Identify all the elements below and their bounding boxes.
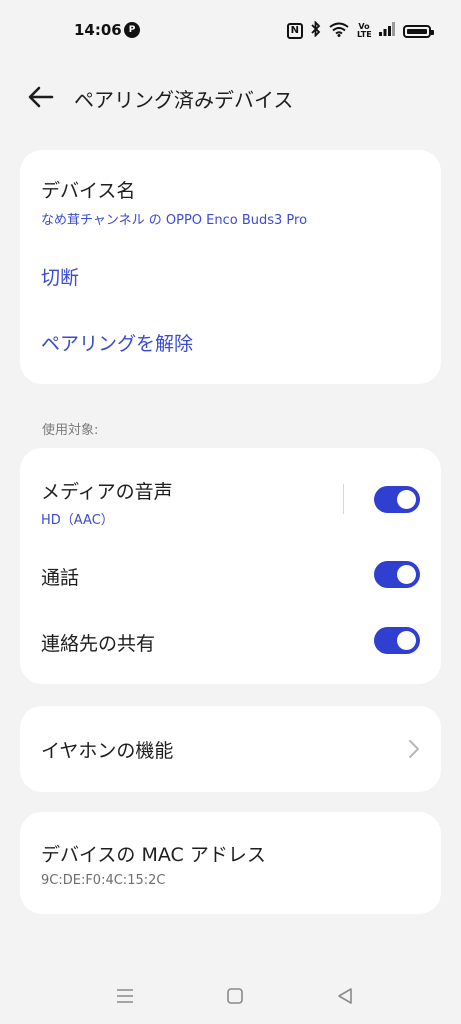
volte-icon: Vo LTE <box>357 22 372 39</box>
media-codec-label: HD（AAC） <box>41 513 114 528</box>
bluetooth-icon <box>311 20 321 41</box>
device-name-value: なめ茸チャンネル の OPPO Enco Buds3 Pro <box>41 213 308 228</box>
nfc-icon: N <box>286 23 303 39</box>
contact-sharing-label: 連絡先の共有 <box>41 633 156 655</box>
contact-sharing-row[interactable]: 連絡先の共有 <box>20 614 441 668</box>
contact-sharing-toggle[interactable] <box>374 627 420 654</box>
status-icons: N Vo LTE <box>286 20 434 41</box>
earphone-functions-label: イヤホンの機能 <box>41 740 174 762</box>
signal-icon <box>379 22 395 40</box>
earphone-functions-row[interactable]: イヤホンの機能 <box>20 706 441 792</box>
triangle-back-icon <box>338 988 352 1004</box>
home-square-icon <box>227 988 243 1004</box>
media-audio-toggle[interactable] <box>374 486 420 513</box>
nav-back-button[interactable] <box>333 984 357 1008</box>
status-time: 14:06 <box>74 21 122 39</box>
usage-section-label: 使用対象: <box>42 423 99 438</box>
status-bar: 14:06 P N Vo LTE <box>0 0 461 62</box>
mac-address-label: デバイスの MAC アドレス <box>41 844 266 866</box>
back-button[interactable] <box>24 80 58 114</box>
mac-address-value: 9C:DE:F0:4C:15:2C <box>41 873 166 888</box>
notification-badge-icon: P <box>124 22 140 38</box>
disconnect-button[interactable]: 切断 <box>41 263 79 290</box>
usage-card: メディアの音声 HD（AAC） 通話 連絡先の共有 <box>20 448 441 684</box>
unpair-button[interactable]: ペアリングを解除 <box>41 329 193 356</box>
nav-home-button[interactable] <box>223 984 247 1008</box>
wifi-icon <box>329 22 349 41</box>
page-title: ペアリング済みデバイス <box>74 88 294 112</box>
device-card: デバイス名 なめ茸チャンネル の OPPO Enco Buds3 Pro 切断 … <box>20 150 441 384</box>
app-header: ペアリング済みデバイス <box>0 70 461 124</box>
device-name-label: デバイス名 <box>41 180 136 202</box>
menu-icon <box>117 989 133 1003</box>
calls-row[interactable]: 通話 <box>20 548 441 602</box>
chevron-right-icon <box>409 740 419 758</box>
media-audio-label: メディアの音声 <box>41 481 173 503</box>
calls-label: 通話 <box>41 567 80 589</box>
nav-menu-button[interactable] <box>113 984 137 1008</box>
mac-address-card: デバイスの MAC アドレス 9C:DE:F0:4C:15:2C <box>20 812 441 914</box>
row-divider <box>343 484 344 514</box>
device-name-row[interactable]: デバイス名 なめ茸チャンネル の OPPO Enco Buds3 Pro <box>20 150 441 240</box>
system-nav-bar <box>0 972 461 1024</box>
calls-toggle[interactable] <box>374 561 420 588</box>
arrow-left-icon <box>28 86 54 108</box>
battery-icon <box>403 24 434 38</box>
media-audio-row[interactable]: メディアの音声 HD（AAC） <box>20 448 441 546</box>
